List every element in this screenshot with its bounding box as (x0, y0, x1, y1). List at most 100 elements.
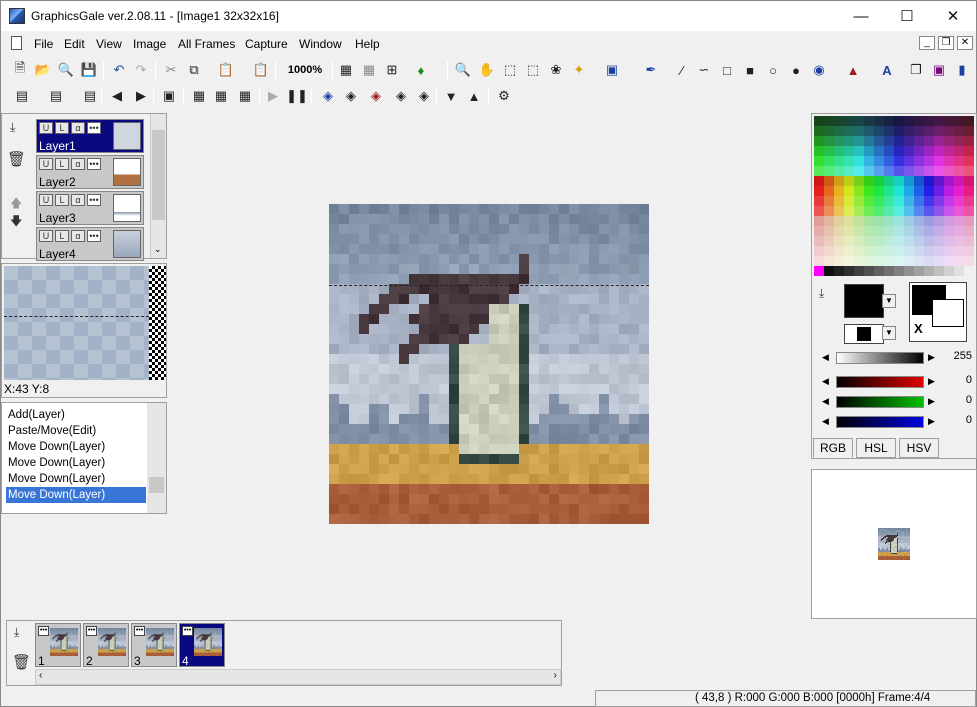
palette-swatch[interactable] (894, 246, 904, 256)
palette-swatch[interactable] (904, 186, 914, 196)
paste-frame-icon[interactable]: ▦ (236, 87, 254, 105)
palette-swatch[interactable] (864, 176, 874, 186)
palette-swatch[interactable] (944, 176, 954, 186)
palette-swatch[interactable] (904, 216, 914, 226)
palette-swatch[interactable] (844, 216, 854, 226)
palette-swatch[interactable] (924, 256, 934, 266)
fill-tool-icon[interactable]: ◉ (810, 61, 828, 79)
palette-swatch[interactable] (924, 196, 934, 206)
palette-swatch[interactable] (894, 146, 904, 156)
palette-swatch[interactable] (834, 186, 844, 196)
palette-swatch[interactable] (944, 256, 954, 266)
palette-swatch[interactable] (934, 176, 944, 186)
menu-window[interactable]: Window (299, 37, 342, 51)
palette-swatch[interactable] (954, 196, 964, 206)
palette-swatch[interactable] (824, 246, 834, 256)
palette-swatch[interactable] (864, 256, 874, 266)
rectangle-tool-icon[interactable]: □ (718, 61, 736, 79)
palette-swatch[interactable] (834, 266, 844, 276)
palette-swatch[interactable] (944, 146, 954, 156)
palette-swatch[interactable] (834, 216, 844, 226)
transform-icon[interactable]: ♦ (412, 61, 430, 79)
palette-swatch[interactable] (954, 156, 964, 166)
palette-swatch[interactable] (904, 266, 914, 276)
paste-icon[interactable]: 📋 (217, 61, 235, 79)
palette-swatch[interactable] (954, 266, 964, 276)
menu-image[interactable]: Image (133, 37, 166, 51)
layer-alpha-toggle[interactable]: α (71, 122, 85, 134)
color-index-swatch[interactable] (844, 324, 884, 344)
palette-swatch[interactable] (884, 246, 894, 256)
palette-swatch[interactable] (874, 126, 884, 136)
hand-tool-icon[interactable]: ✋ (478, 61, 496, 79)
palette-swatch[interactable] (834, 246, 844, 256)
palette-swatch[interactable] (944, 246, 954, 256)
palette-swatch[interactable] (894, 116, 904, 126)
tab-rgb[interactable]: RGB (813, 438, 853, 458)
palette-swatch[interactable] (924, 246, 934, 256)
palette-swatch[interactable] (914, 246, 924, 256)
palette-swatch[interactable] (854, 266, 864, 276)
zoom-dropdown[interactable]: 1000% (281, 62, 329, 79)
palette-swatch[interactable] (954, 126, 964, 136)
copy-icon[interactable]: ⧉ (185, 61, 203, 79)
palette-swatch[interactable] (964, 126, 974, 136)
palette-swatch[interactable] (894, 256, 904, 266)
palette-swatch[interactable] (894, 176, 904, 186)
frame-item-3[interactable]: ••• 3 (131, 623, 177, 668)
palette-swatch[interactable] (814, 176, 824, 186)
palette-swatch[interactable] (834, 146, 844, 156)
palette-swatch[interactable] (864, 136, 874, 146)
delete-layer-icon[interactable]: ◈ (367, 87, 385, 105)
layer-more-button[interactable]: ••• (87, 122, 101, 134)
palette-swatch[interactable] (964, 206, 974, 216)
layer-options-icon[interactable]: ▤ (13, 87, 31, 105)
palette-swatch[interactable] (874, 226, 884, 236)
palette-swatch[interactable] (834, 166, 844, 176)
palette-swatch[interactable] (814, 166, 824, 176)
move-layer-down-icon[interactable]: ▼ (442, 87, 460, 105)
tab-hsv[interactable]: HSV (899, 438, 939, 458)
foreground-color-swatch[interactable] (844, 284, 884, 318)
layer-item-3[interactable]: U L α ••• Layer3 (36, 191, 144, 225)
palette-swatch[interactable] (914, 126, 924, 136)
menu-help[interactable]: Help (355, 37, 380, 51)
frame-more-button[interactable]: ••• (182, 626, 193, 636)
palette-swatch[interactable] (884, 136, 894, 146)
history-item[interactable]: Move Down(Layer) (6, 455, 146, 471)
palette-swatch[interactable] (814, 146, 824, 156)
rect-select-icon[interactable]: ⬚ (501, 61, 519, 79)
palette-swatch[interactable] (904, 206, 914, 216)
scroll-left-arrow-icon[interactable]: ‹ (39, 670, 42, 681)
frame-more-button[interactable]: ••• (134, 626, 145, 636)
palette-swatch[interactable] (934, 126, 944, 136)
palette-swatch[interactable] (954, 256, 964, 266)
palette-swatch[interactable] (914, 236, 924, 246)
palette-swatch[interactable] (954, 236, 964, 246)
palette-swatch[interactable] (944, 196, 954, 206)
slider-track[interactable] (836, 396, 924, 408)
palette-swatch[interactable] (874, 166, 884, 176)
palette-swatch[interactable] (834, 156, 844, 166)
child-minimize-button[interactable]: _ (919, 36, 935, 50)
palette-swatch[interactable] (914, 196, 924, 206)
palette-swatch[interactable] (964, 116, 974, 126)
palette-swatch[interactable] (934, 246, 944, 256)
palette-swatch[interactable] (964, 196, 974, 206)
palette-swatch[interactable] (924, 206, 934, 216)
palette-swatch[interactable] (854, 156, 864, 166)
palette-swatch[interactable] (854, 116, 864, 126)
palette-swatch[interactable] (894, 166, 904, 176)
palette-swatch[interactable] (914, 216, 924, 226)
palette-swatch[interactable] (924, 126, 934, 136)
slider-track[interactable] (836, 376, 924, 388)
layer-more-button[interactable]: ••• (87, 194, 101, 206)
close-button[interactable]: ✕ (930, 1, 976, 31)
palette-swatch[interactable] (874, 186, 884, 196)
palette-swatch[interactable] (944, 156, 954, 166)
palette-swatch[interactable] (924, 156, 934, 166)
tab-hsl[interactable]: HSL (856, 438, 896, 458)
new-file-icon[interactable]: 🗎 (11, 60, 29, 79)
palette-swatch[interactable] (904, 136, 914, 146)
palette-swatch[interactable] (824, 176, 834, 186)
